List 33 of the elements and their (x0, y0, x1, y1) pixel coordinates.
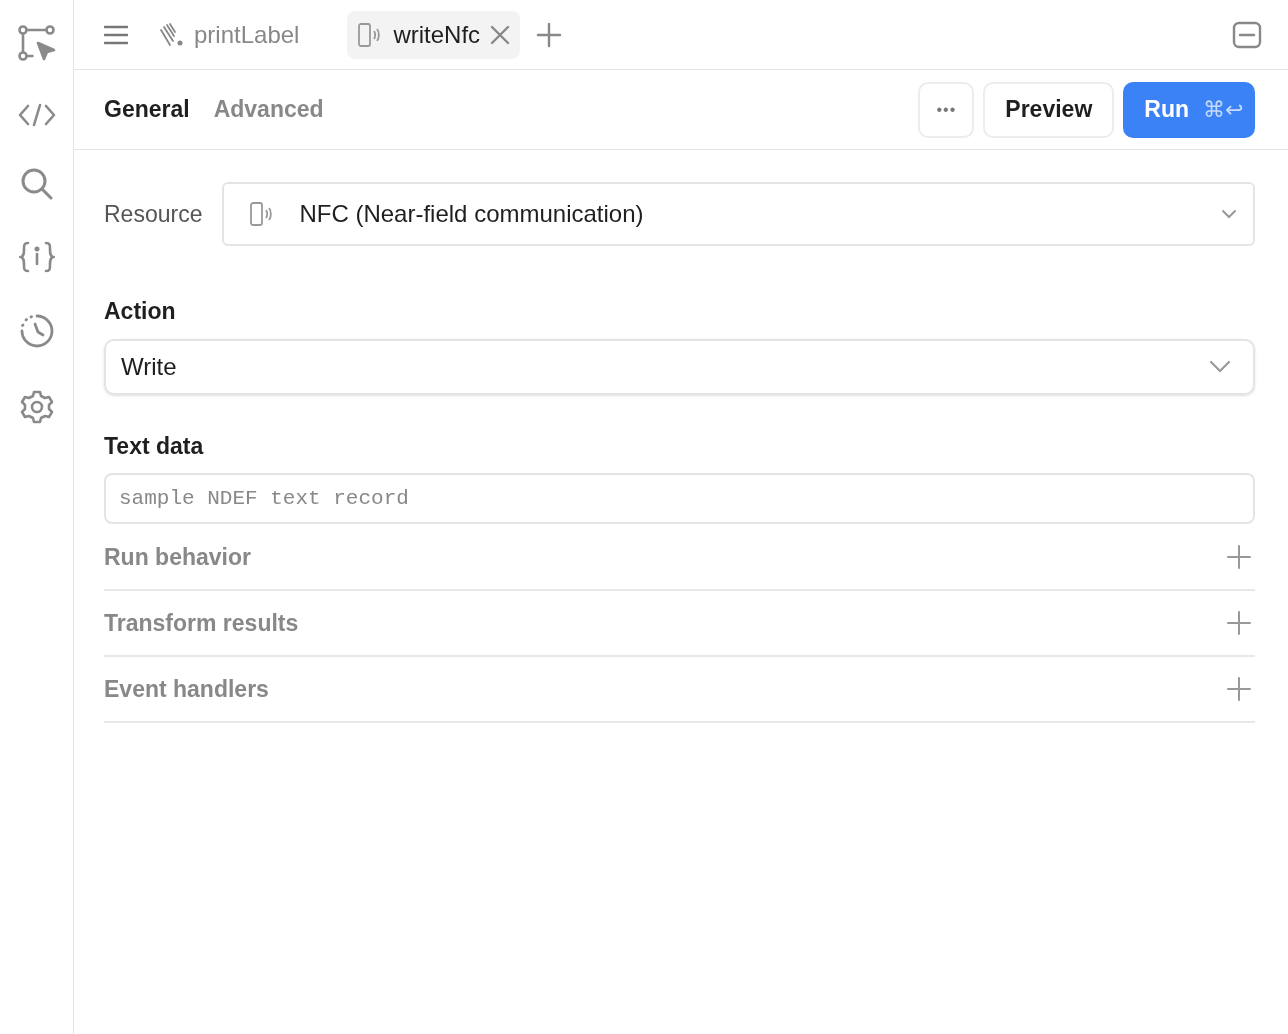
workflow-cursor-icon[interactable] (17, 25, 56, 63)
plus-icon (1227, 545, 1251, 569)
collapse-button[interactable] (1232, 19, 1262, 50)
run-button[interactable]: Run ⌘↩ (1123, 81, 1255, 138)
query-tab[interactable]: printLabel (148, 10, 310, 59)
braces-info-icon[interactable] (18, 241, 55, 273)
more-button[interactable]: ••• (918, 81, 975, 138)
editor-tab[interactable]: Advanced (213, 92, 324, 127)
action-dropdown[interactable]: Write (104, 338, 1255, 395)
text-data-input[interactable]: sample NDEF text record (104, 473, 1255, 524)
section-header[interactable]: Run behavior (104, 525, 1255, 591)
text-data-label: Text data (104, 431, 205, 461)
code-icon[interactable] (17, 103, 56, 127)
preview-button[interactable]: Preview (983, 81, 1115, 138)
chevron-down-icon (1209, 360, 1231, 373)
history-clock-icon[interactable] (18, 313, 55, 349)
plus-icon (536, 21, 563, 48)
editor-tab[interactable]: General (104, 92, 190, 127)
minus-square-icon (1232, 20, 1262, 49)
plus-icon (1227, 677, 1251, 701)
resource-label: Resource (104, 199, 203, 229)
menu-icon (103, 23, 129, 46)
settings-icon[interactable] (18, 389, 55, 425)
close-icon[interactable] (490, 24, 511, 45)
section-header[interactable]: Event handlers (104, 657, 1255, 723)
plus-icon (1227, 611, 1251, 635)
chevron-down-icon (1221, 209, 1237, 219)
query-tab[interactable]: writeNfc (347, 10, 521, 59)
search-icon[interactable] (19, 167, 54, 201)
scanner-icon (158, 21, 184, 48)
section-header[interactable]: Transform results (104, 591, 1255, 657)
action-label: Action (104, 297, 177, 326)
resource-dropdown[interactable]: NFC (Near-field communication) (222, 182, 1255, 246)
